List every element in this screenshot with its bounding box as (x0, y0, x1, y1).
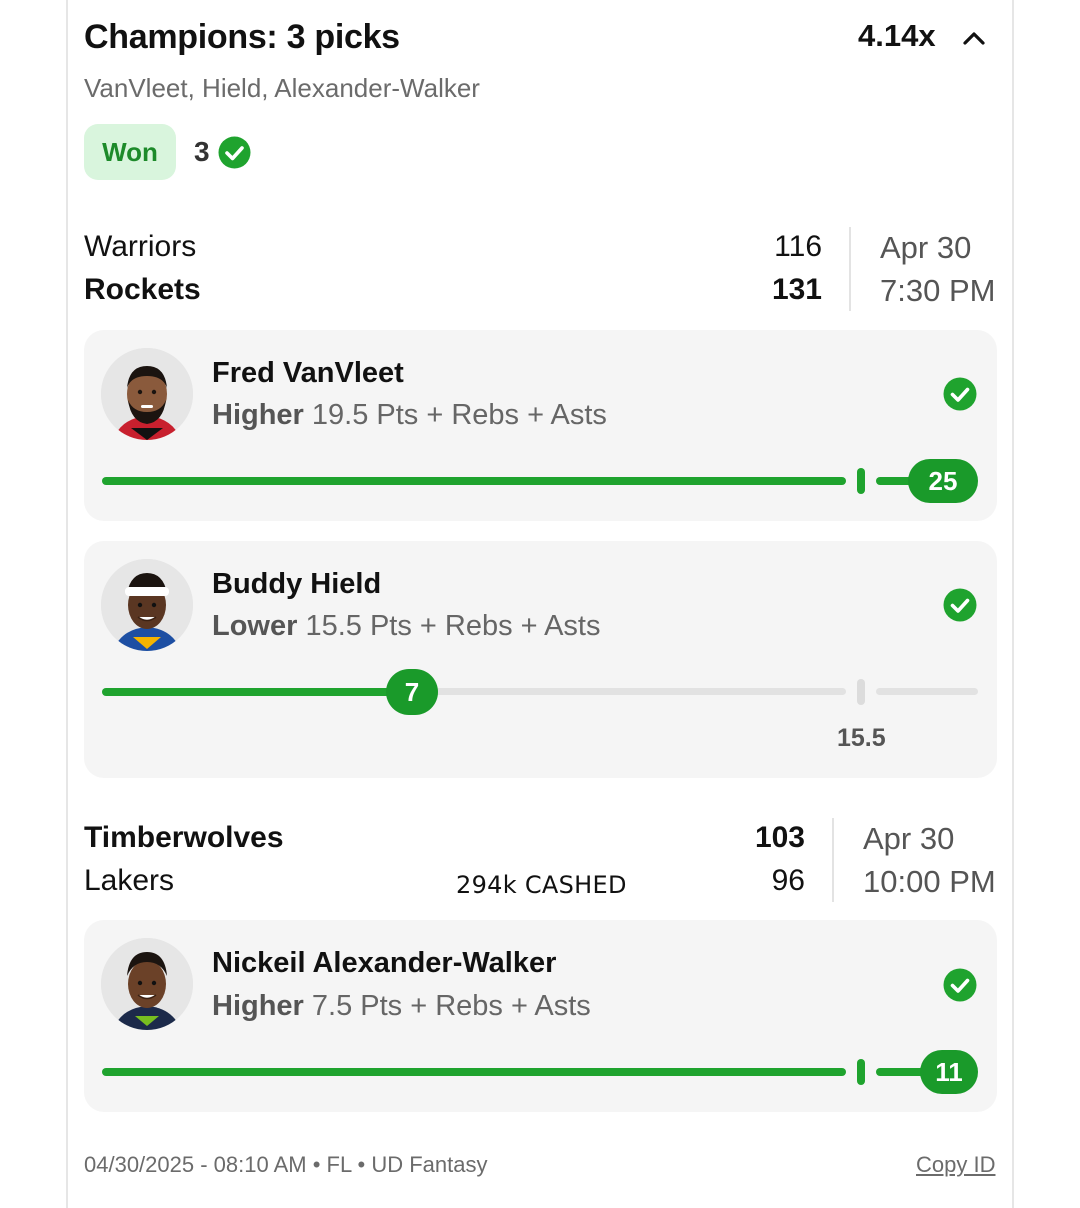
progress-bar (102, 477, 846, 485)
progress-track-tail (876, 688, 978, 695)
pick-line-text: 19.5 Pts + Rebs + Asts (311, 399, 607, 431)
result-pill: 11 (920, 1050, 978, 1094)
check-circle-icon (943, 588, 977, 622)
game2-score1: 103 (754, 821, 805, 854)
game-divider (832, 818, 834, 902)
game1-score1: 116 (774, 230, 822, 263)
game2-time: 10:00 PM (863, 864, 996, 899)
payout-multiplier: 4.14x (858, 18, 936, 53)
entry-players-summary: VanVleet, Hield, Alexander-Walker (84, 73, 480, 103)
game1-score2: 131 (771, 273, 822, 306)
pick-line: Lower 15.5 Pts + Rebs + Asts (212, 610, 600, 643)
line-value-label: 15.5 (837, 724, 886, 752)
player-name: Nickeil Alexander-Walker (212, 947, 557, 979)
player-avatar (101, 348, 193, 440)
result-pill: 25 (908, 459, 978, 503)
pick-line-text: 15.5 Pts + Rebs + Asts (305, 610, 601, 642)
game2-team2: Lakers (84, 864, 175, 897)
game-divider (849, 227, 851, 311)
line-marker (857, 1059, 865, 1085)
game2-date: Apr 30 (863, 821, 955, 856)
line-marker (857, 679, 865, 705)
chevron-up-icon[interactable] (958, 22, 990, 54)
pick-direction: Higher (212, 990, 304, 1022)
player-name: Fred VanVleet (212, 357, 404, 389)
pick-line: Higher 19.5 Pts + Rebs + Asts (212, 399, 607, 432)
copy-id-link[interactable]: Copy ID (916, 1152, 995, 1178)
entry-meta: 04/30/2025 - 08:10 AM • FL • UD Fantasy (84, 1152, 488, 1177)
player-avatar (101, 559, 193, 651)
game1-team1: Warriors (84, 230, 197, 263)
game1-time: 7:30 PM (880, 273, 996, 308)
player-avatar (101, 938, 193, 1030)
pick-direction: Higher (212, 399, 304, 431)
progress-bar (102, 688, 402, 696)
game2-team1: Timberwolves (84, 821, 284, 854)
pick-direction: Lower (212, 610, 298, 642)
check-circle-icon (943, 968, 977, 1002)
line-marker (857, 468, 865, 494)
progress-bar (102, 1068, 846, 1076)
game2-score2: 96 (771, 864, 805, 897)
cashed-overlay-text: 294k CASHED (456, 871, 627, 899)
game1-team2: Rockets (84, 273, 201, 306)
game1-date: Apr 30 (880, 230, 972, 265)
check-circle-icon (943, 377, 977, 411)
entry-title: Champions: 3 picks (84, 18, 400, 56)
status-badge: Won (84, 124, 176, 180)
pick-line: Higher 7.5 Pts + Rebs + Asts (212, 990, 591, 1023)
result-pill: 7 (386, 669, 438, 715)
check-circle-icon (218, 136, 251, 169)
pick-line-text: 7.5 Pts + Rebs + Asts (311, 990, 591, 1022)
player-name: Buddy Hield (212, 568, 382, 600)
won-count: 3 (194, 136, 210, 167)
